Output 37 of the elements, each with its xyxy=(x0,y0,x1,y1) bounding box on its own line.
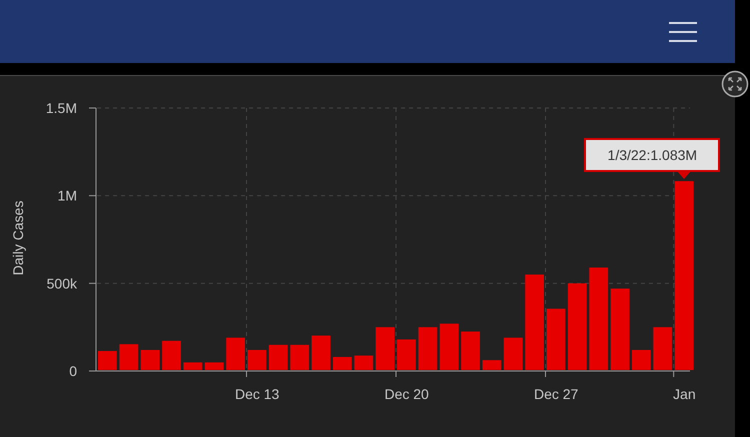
bar[interactable] xyxy=(653,327,672,370)
y-axis-title: Daily Cases xyxy=(10,200,26,276)
bar[interactable] xyxy=(183,362,202,370)
bar[interactable] xyxy=(674,181,694,370)
bar[interactable] xyxy=(546,308,566,370)
bar[interactable] xyxy=(568,283,587,370)
bar[interactable] xyxy=(525,274,544,370)
x-tick-label: Dec 13 xyxy=(235,386,280,402)
bar[interactable] xyxy=(440,324,459,370)
x-tick-label: Dec 27 xyxy=(534,386,578,402)
expand-icon[interactable] xyxy=(721,70,749,98)
menu-icon[interactable] xyxy=(669,20,697,42)
bar[interactable] xyxy=(248,350,266,370)
bar[interactable] xyxy=(482,360,502,370)
bar[interactable] xyxy=(632,350,651,370)
bar[interactable] xyxy=(119,344,138,370)
bar[interactable] xyxy=(140,350,160,370)
bar[interactable] xyxy=(354,356,374,370)
tooltip: 1/3/22:1.083M xyxy=(584,138,720,172)
x-tick-label: Jan xyxy=(673,386,696,402)
bar[interactable] xyxy=(204,362,224,370)
y-tick-label: 0 xyxy=(69,363,77,379)
bar[interactable] xyxy=(589,268,608,370)
y-tick-label: 500k xyxy=(46,275,77,292)
bar[interactable] xyxy=(332,356,352,370)
tooltip-pointer-icon xyxy=(677,171,692,180)
bar[interactable] xyxy=(268,344,288,370)
bar[interactable] xyxy=(290,344,310,370)
bar[interactable] xyxy=(376,327,394,370)
bar[interactable] xyxy=(397,339,416,370)
bar[interactable] xyxy=(504,338,523,370)
y-tick-label: 1M xyxy=(58,188,77,204)
y-tick-label: 1.5M xyxy=(46,100,77,116)
x-tick-label: Dec 20 xyxy=(384,386,429,402)
bar[interactable] xyxy=(226,338,245,370)
bar[interactable] xyxy=(98,351,117,370)
bar[interactable] xyxy=(418,327,438,370)
